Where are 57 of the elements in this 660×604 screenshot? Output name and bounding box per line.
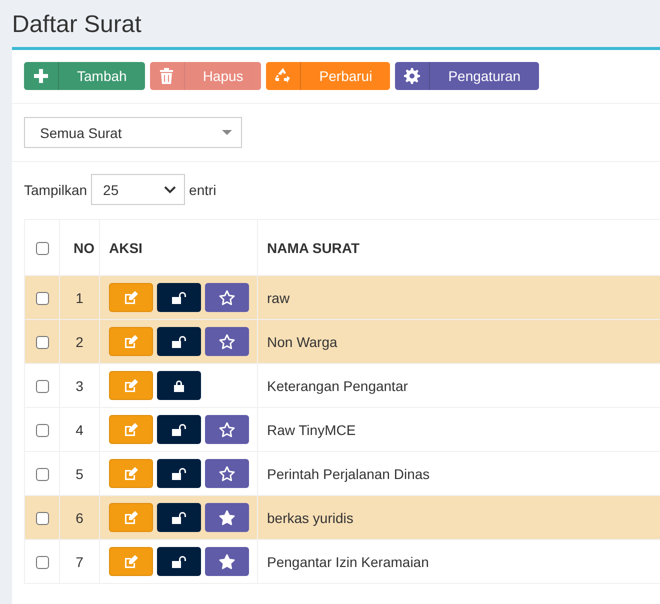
plus-icon bbox=[34, 69, 48, 83]
row-checkbox[interactable] bbox=[36, 468, 48, 482]
lock-button[interactable] bbox=[157, 415, 201, 444]
lock-icon bbox=[174, 380, 184, 392]
lock-button[interactable] bbox=[157, 371, 201, 400]
unlock-icon bbox=[172, 336, 186, 348]
row-number: 4 bbox=[60, 408, 100, 452]
trash-icon bbox=[160, 68, 174, 84]
row-checkbox[interactable] bbox=[36, 512, 48, 526]
row-number: 1 bbox=[60, 276, 100, 320]
recycle-icon bbox=[274, 67, 292, 85]
unlock-icon bbox=[172, 512, 186, 524]
unlock-icon bbox=[172, 556, 186, 568]
favorite-button[interactable] bbox=[205, 327, 249, 356]
page-title: Daftar Surat bbox=[11, 10, 142, 40]
letter-filter-dropdown[interactable]: Semua Surat bbox=[24, 117, 242, 148]
row-checkbox[interactable] bbox=[36, 292, 48, 306]
row-checkbox[interactable] bbox=[36, 556, 48, 570]
select-all-checkbox[interactable] bbox=[36, 242, 48, 256]
lock-button[interactable] bbox=[157, 503, 201, 532]
row-number: 3 bbox=[60, 364, 100, 408]
unlock-icon bbox=[172, 424, 186, 436]
lock-button[interactable] bbox=[157, 327, 201, 356]
favorite-button[interactable] bbox=[205, 547, 249, 576]
row-checkbox[interactable] bbox=[36, 424, 48, 438]
gear-icon bbox=[404, 68, 420, 84]
edit-icon bbox=[124, 554, 138, 568]
row-number: 2 bbox=[60, 320, 100, 364]
row-number: 6 bbox=[60, 496, 100, 540]
unlock-icon bbox=[172, 468, 186, 480]
favorite-button[interactable] bbox=[205, 415, 249, 444]
unlock-icon bbox=[172, 292, 186, 304]
letter-name: Non Warga bbox=[258, 320, 660, 364]
show-label: Tampilkan bbox=[24, 182, 88, 198]
favorite-button[interactable] bbox=[205, 283, 249, 312]
edit-icon bbox=[124, 510, 138, 524]
entries-label: entri bbox=[189, 182, 216, 198]
row-number: 7 bbox=[60, 540, 100, 584]
add-button[interactable]: Tambah bbox=[24, 62, 145, 90]
row-checkbox[interactable] bbox=[36, 336, 48, 350]
dropdown-arrow-icon bbox=[222, 130, 232, 135]
lock-button[interactable] bbox=[157, 547, 201, 576]
lock-button[interactable] bbox=[157, 459, 201, 488]
edit-icon bbox=[124, 290, 138, 304]
letter-name: berkas yuridis bbox=[258, 496, 660, 540]
page-size-dropdown[interactable]: 25 bbox=[91, 174, 186, 205]
settings-button[interactable]: Pengaturan bbox=[395, 62, 539, 90]
edit-icon bbox=[124, 334, 138, 348]
chevron-down-icon bbox=[164, 186, 176, 194]
favorite-button[interactable] bbox=[205, 459, 249, 488]
edit-icon bbox=[124, 378, 138, 392]
favorite-button[interactable] bbox=[205, 503, 249, 532]
row-checkbox[interactable] bbox=[36, 380, 48, 394]
letter-name: raw bbox=[258, 276, 660, 320]
lock-button[interactable] bbox=[157, 283, 201, 312]
edit-icon bbox=[124, 422, 138, 436]
edit-icon bbox=[124, 466, 138, 480]
